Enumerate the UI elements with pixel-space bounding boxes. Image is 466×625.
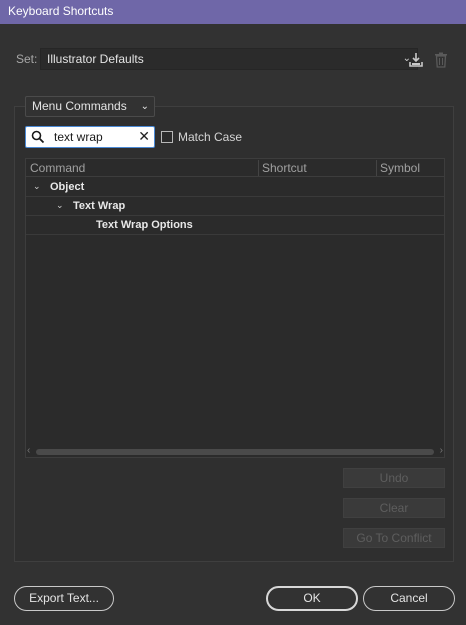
save-icon[interactable] — [408, 52, 424, 68]
set-select-value: Illustrator Defaults — [47, 52, 144, 66]
horizontal-scrollbar[interactable]: ‹ › — [26, 445, 444, 457]
column-header-command[interactable]: Command — [30, 161, 85, 175]
chevron-down-icon[interactable]: ⌄ — [33, 181, 41, 192]
row-label: Text Wrap Options — [96, 219, 193, 231]
trash-icon[interactable] — [434, 52, 448, 68]
scrollbar-thumb[interactable] — [36, 449, 434, 455]
undo-button[interactable]: Undo — [343, 468, 445, 488]
chevron-down-icon[interactable]: ⌄ — [56, 200, 64, 211]
commands-dropdown-value: Menu Commands — [32, 99, 127, 113]
export-text-button[interactable]: Export Text... — [14, 586, 114, 611]
column-header-symbol[interactable]: Symbol — [380, 161, 420, 175]
search-input[interactable]: text wrap ✕ — [25, 126, 155, 148]
go-to-conflict-button[interactable]: Go To Conflict — [343, 528, 445, 548]
table-row[interactable]: ⌄ Text Wrap — [26, 197, 444, 216]
column-divider[interactable] — [376, 160, 377, 176]
set-select[interactable]: Illustrator Defaults ⌄ — [40, 48, 418, 70]
search-icon — [31, 130, 45, 144]
search-input-value: text wrap — [54, 130, 103, 144]
match-case-label: Match Case — [178, 130, 243, 144]
set-row: Set: Illustrator Defaults ⌄ — [14, 48, 454, 70]
cancel-button[interactable]: Cancel — [363, 586, 455, 611]
shortcuts-table: Command Shortcut Symbol ⌄ Object ⌄ Text … — [25, 158, 445, 458]
clear-button[interactable]: Clear — [343, 498, 445, 518]
close-icon[interactable]: ✕ — [138, 128, 150, 145]
set-label: Set: — [16, 52, 38, 66]
row-label: Text Wrap — [73, 200, 126, 212]
chevron-left-icon[interactable]: ‹ — [27, 445, 30, 456]
window-title: Keyboard Shortcuts — [0, 0, 466, 24]
ok-button[interactable]: OK — [266, 586, 358, 611]
column-header-shortcut[interactable]: Shortcut — [262, 161, 307, 175]
row-label: Object — [50, 181, 85, 193]
table-row[interactable]: Text Wrap Options — [26, 216, 444, 235]
commands-dropdown[interactable]: Menu Commands ⌄ — [25, 96, 155, 117]
table-header: Command Shortcut Symbol — [26, 159, 444, 177]
column-divider[interactable] — [258, 160, 259, 176]
table-row[interactable]: ⌄ Object — [26, 178, 444, 197]
chevron-down-icon: ⌄ — [140, 101, 149, 112]
checkbox-box[interactable] — [161, 131, 173, 143]
chevron-right-icon[interactable]: › — [440, 445, 443, 456]
